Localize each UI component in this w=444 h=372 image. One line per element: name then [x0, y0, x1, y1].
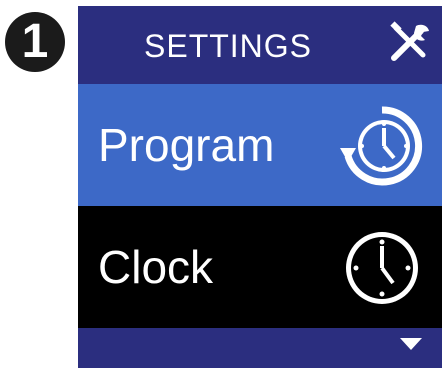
step-number-badge: 1	[5, 12, 65, 72]
clock-icon	[346, 232, 418, 304]
menu-item-program[interactable]: Program	[78, 84, 442, 206]
menu-item-label: Clock	[98, 241, 214, 293]
thermostat-screen: SETTINGS Program Clock	[78, 6, 442, 368]
menu-item-label: Program	[98, 119, 275, 171]
settings-tools-icon	[390, 21, 429, 61]
menu-item-clock[interactable]: Clock	[78, 206, 442, 328]
scroll-down-arrow-icon[interactable]	[400, 338, 422, 350]
screen-footer	[78, 328, 442, 368]
program-clock-icon	[340, 106, 423, 186]
screen-header: SETTINGS	[78, 6, 442, 84]
screen-title: SETTINGS	[144, 28, 313, 64]
